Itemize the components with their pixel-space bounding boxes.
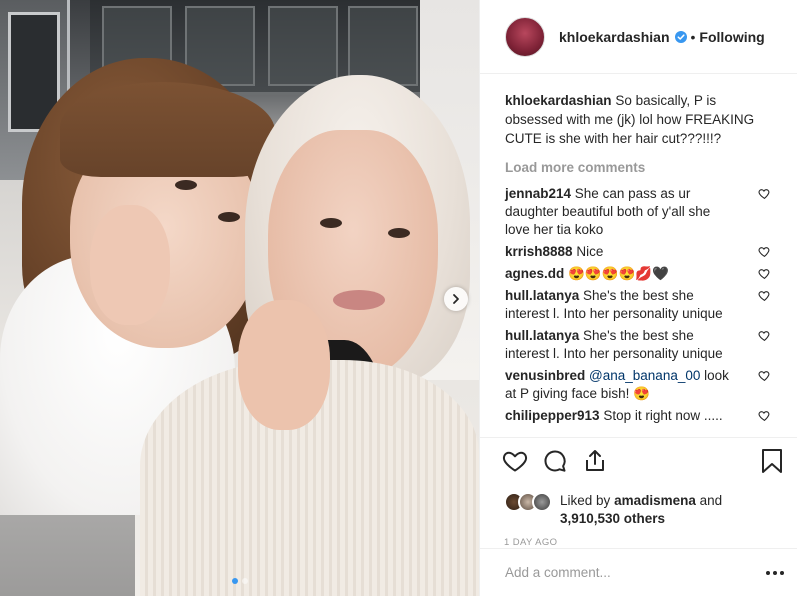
comments-list[interactable]: khloekardashian So basically, P is obses…: [480, 74, 797, 437]
comment-item: krrish8888 Nice: [505, 243, 773, 261]
likes-summary: Liked by amadismena and 3,910,530 others: [502, 492, 784, 528]
speech-bubble-icon[interactable]: [542, 448, 568, 474]
liker-username[interactable]: amadismena: [614, 493, 696, 508]
action-bar: [502, 448, 784, 474]
post-actions: Liked by amadismena and 3,910,530 others…: [480, 437, 797, 548]
comment-username[interactable]: hull.latanya: [505, 288, 579, 303]
verified-badge-icon: [674, 30, 687, 43]
comment-username[interactable]: agnes.dd: [505, 266, 564, 281]
bookmark-icon[interactable]: [760, 448, 784, 474]
post-side-panel: khloekardashian • Following khloekardash…: [479, 0, 797, 596]
post-header: khloekardashian • Following: [480, 0, 797, 74]
chevron-right-icon: [453, 294, 459, 304]
post-caption: khloekardashian So basically, P is obses…: [505, 91, 773, 148]
comment-username[interactable]: chilipepper913: [505, 408, 600, 423]
heart-outline-icon[interactable]: [758, 409, 771, 422]
more-dots-icon[interactable]: [766, 570, 784, 576]
heart-outline-icon[interactable]: [758, 187, 771, 200]
heart-outline-icon[interactable]: [758, 289, 771, 302]
next-slide-button[interactable]: [444, 287, 468, 311]
heart-outline-icon[interactable]: [758, 267, 771, 280]
comment-mention-link[interactable]: @ana_banana_00: [589, 368, 700, 383]
avatar[interactable]: [532, 492, 552, 512]
comment-username[interactable]: krrish8888: [505, 244, 573, 259]
post-photo[interactable]: [0, 0, 479, 596]
heart-outline-icon[interactable]: [758, 329, 771, 342]
comment-item: chilipepper913 Stop it right now .....: [505, 407, 773, 425]
liker-avatars[interactable]: [504, 492, 552, 512]
comment-item: hull.latanya She's the best she interest…: [505, 287, 773, 323]
header-separator: •: [690, 28, 696, 45]
slide-dot-active: [231, 578, 238, 584]
comment-text: Nice: [576, 244, 604, 259]
likes-connector: and: [699, 493, 723, 508]
comment-item: venusinbred @ana_banana_00 look at P giv…: [505, 367, 773, 403]
following-button[interactable]: Following: [699, 29, 764, 45]
likes-text: Liked by amadismena and 3,910,530 others: [560, 492, 722, 528]
load-more-comments-button[interactable]: Load more comments: [505, 160, 773, 175]
comment-item: hull.latanya She's the best she interest…: [505, 327, 773, 363]
share-upload-icon[interactable]: [582, 448, 608, 474]
likes-count-link[interactable]: 3,910,530 others: [560, 511, 665, 526]
comment-item: agnes.dd 😍😍😍😍💋🖤: [505, 265, 773, 283]
comment-input[interactable]: [505, 565, 766, 580]
comment-username[interactable]: jennab214: [505, 186, 571, 201]
comment-text: Stop it right now .....: [603, 408, 723, 423]
comment-text: 😍😍😍😍💋🖤: [568, 266, 669, 281]
comment-item: jennab214 She can pass as ur daughter be…: [505, 185, 773, 239]
avatar[interactable]: [505, 16, 545, 57]
heart-outline-icon[interactable]: [758, 245, 771, 258]
comment-username[interactable]: hull.latanya: [505, 328, 579, 343]
slide-indicator: [0, 578, 479, 584]
likes-prefix: Liked by: [560, 493, 611, 508]
caption-username[interactable]: khloekardashian: [505, 93, 612, 108]
add-comment-bar: [480, 548, 797, 596]
post-timestamp[interactable]: 1 DAY AGO: [502, 537, 784, 548]
comment-username[interactable]: venusinbred: [505, 368, 585, 383]
slide-dot: [241, 578, 248, 584]
heart-outline-icon[interactable]: [502, 448, 528, 474]
header-username[interactable]: khloekardashian: [559, 29, 670, 45]
heart-outline-icon[interactable]: [758, 369, 771, 382]
